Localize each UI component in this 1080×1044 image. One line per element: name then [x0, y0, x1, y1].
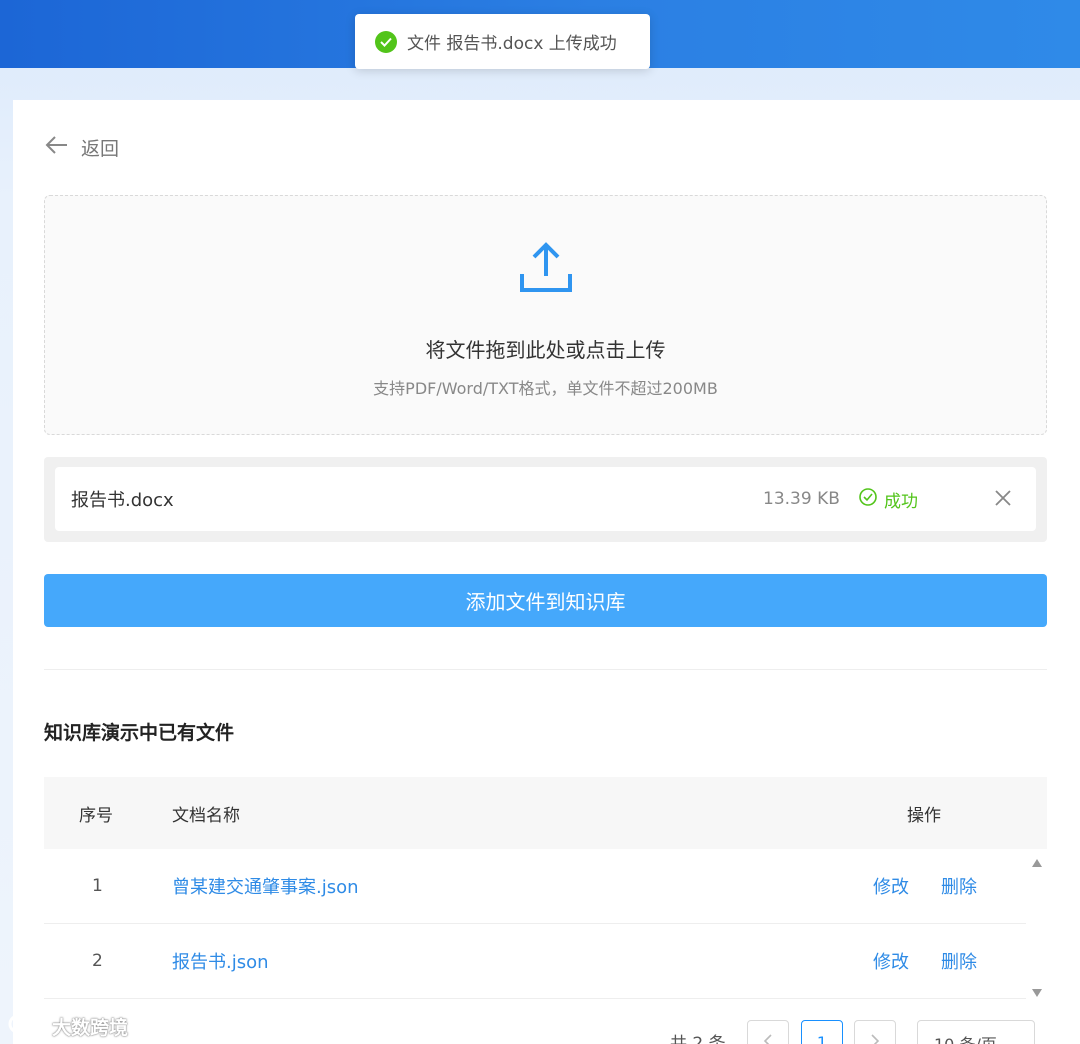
chevron-left-icon	[763, 1033, 773, 1044]
edit-button[interactable]: 修改	[873, 873, 909, 899]
table-scrollbar[interactable]	[1026, 849, 1047, 1001]
upload-file-list: 报告书.docx 13.39 KB 成功	[44, 457, 1047, 542]
dropzone-hint: 支持PDF/Word/TXT格式，单文件不超过200MB	[373, 379, 718, 398]
delete-button[interactable]: 删除	[941, 948, 977, 974]
upload-status-text: 成功	[884, 491, 918, 512]
upload-dropzone[interactable]: 将文件拖到此处或点击上传 支持PDF/Word/TXT格式，单文件不超过200M…	[44, 195, 1047, 435]
row-file-link[interactable]: 报告书.json	[172, 948, 269, 974]
prev-page-button[interactable]	[747, 1020, 789, 1044]
toast-message: 文件 报告书.docx 上传成功	[407, 34, 617, 54]
header-no: 序号	[79, 805, 113, 826]
section-divider	[44, 669, 1047, 670]
delete-button[interactable]: 删除	[941, 873, 977, 899]
upload-file-size: 13.39 KB	[763, 489, 840, 509]
page-size-value: 10 条/页	[934, 1035, 997, 1044]
table-body: 1 曾某建交通肇事案.json 修改 删除 2 报告书.json 修改 删除	[44, 849, 1026, 999]
section-title: 知识库演示中已有文件	[44, 722, 235, 744]
header-op: 操作	[907, 805, 941, 826]
main-card: 返回 将文件拖到此处或点击上传 支持PDF/Word/TXT格式，单文件不超过2…	[13, 100, 1080, 1044]
row-file-link[interactable]: 曾某建交通肇事案.json	[172, 873, 359, 899]
header-name: 文档名称	[172, 805, 240, 826]
table-row: 2 报告书.json 修改 删除	[44, 924, 1026, 999]
upload-status: 成功	[859, 487, 918, 512]
close-icon[interactable]	[993, 488, 1013, 512]
upload-file-item: 报告书.docx 13.39 KB 成功	[55, 467, 1036, 531]
add-to-knowledge-base-button[interactable]: 添加文件到知识库	[44, 574, 1047, 627]
check-circle-icon	[375, 30, 397, 53]
page-size-select[interactable]: 10 条/页	[917, 1020, 1035, 1044]
edit-button[interactable]: 修改	[873, 948, 909, 974]
next-page-button[interactable]	[854, 1020, 896, 1044]
files-table: 序号 文档名称 操作 1 曾某建交通肇事案.json 修改 删除 2 报告书.j…	[44, 777, 1047, 1001]
pagination-total: 共 2 条	[670, 1034, 726, 1044]
watermark-text: 大数跨境	[52, 1017, 129, 1039]
arrow-left-icon	[45, 135, 81, 160]
dropzone-title: 将文件拖到此处或点击上传	[425, 338, 666, 362]
success-toast: 文件 报告书.docx 上传成功	[355, 14, 650, 69]
watermark-logo-icon	[8, 1010, 52, 1043]
back-button[interactable]: 返回	[45, 134, 119, 161]
check-circle-icon	[859, 487, 884, 511]
back-label: 返回	[81, 138, 120, 160]
upload-icon	[518, 242, 574, 298]
table-header: 序号 文档名称 操作	[44, 777, 1047, 849]
pagination: 共 2 条 1 10 条/页	[0, 1020, 1080, 1044]
table-row: 1 曾某建交通肇事案.json 修改 删除	[44, 849, 1026, 924]
row-no: 2	[92, 951, 103, 971]
scroll-down-icon[interactable]	[1031, 983, 1043, 1002]
scroll-up-icon[interactable]	[1031, 853, 1043, 872]
watermark: 大数跨境	[8, 1010, 128, 1043]
upload-file-name: 报告书.docx	[71, 490, 174, 511]
chevron-right-icon	[870, 1033, 880, 1044]
row-no: 1	[92, 876, 103, 896]
page-button-current[interactable]: 1	[801, 1020, 843, 1044]
